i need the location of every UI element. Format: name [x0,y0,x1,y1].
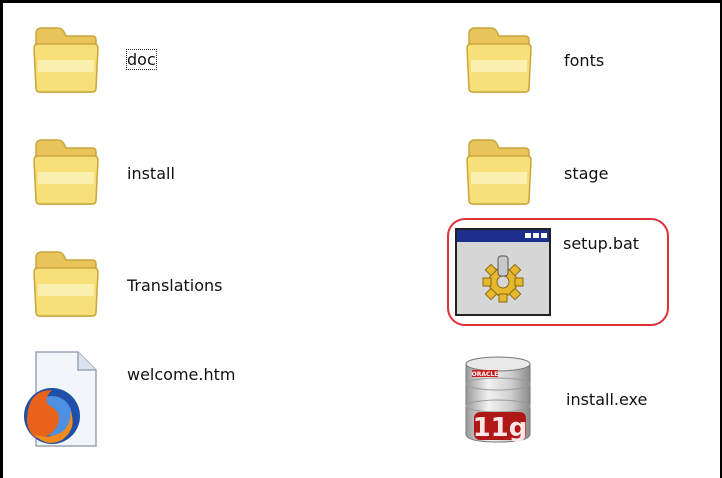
folder-icon [30,134,100,212]
file-item-translations[interactable]: Translations [30,246,270,332]
folder-icon [30,22,100,100]
explorer-file-view: doc fonts install stage Translations set… [0,0,722,478]
file-name: install.exe [566,390,648,409]
file-name: stage [564,164,609,183]
file-name: doc [126,49,157,70]
batch-file-icon [455,228,551,320]
file-item-welcome-htm[interactable]: welcome.htm [22,350,282,450]
firefox-document-icon [22,350,98,454]
file-name: welcome.htm [127,365,236,384]
file-item-stage[interactable]: stage [463,134,683,220]
folder-icon [30,246,100,324]
version-badge-text: 11g [473,413,528,443]
file-name: setup.bat [563,234,640,253]
oracle-installer-icon: ORACLE 11g [462,354,542,450]
file-item-install-exe[interactable]: ORACLE 11g install.exe [462,354,682,450]
folder-icon [463,134,533,212]
folder-icon [463,22,533,100]
oracle-brand-text: ORACLE [472,371,499,378]
file-name: fonts [564,51,605,70]
file-item-install[interactable]: install [30,134,250,220]
file-item-fonts[interactable]: fonts [463,22,683,108]
window-border-left [0,0,3,478]
file-item-doc[interactable]: doc [30,22,250,108]
file-name: Translations [127,276,223,295]
file-item-setup-bat[interactable]: setup.bat [455,228,665,318]
file-name: install [127,164,175,183]
window-border-top [0,0,722,3]
